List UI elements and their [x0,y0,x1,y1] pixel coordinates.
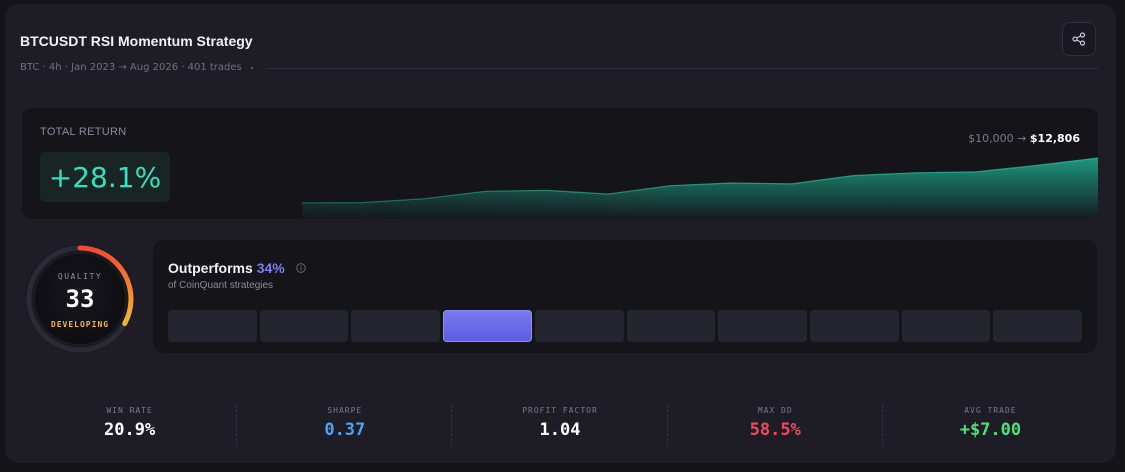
total-return-value: +28.1% [48,161,162,194]
strategy-subtitle: BTC · 4h · Jan 2023 → Aug 2026 · 401 tra… [20,62,242,73]
share-icon [1072,32,1086,46]
quality-score: 33 [65,285,95,313]
percentile-bin-active [443,310,532,342]
percentile-bin [168,310,257,342]
quality-label: QUALITY [57,272,103,281]
stats-row: WIN RATE 20.9% SHARPE 0.37 PROFIT FACTOR 1.04… [22,402,1098,452]
equity-end: $12,806 [1029,132,1080,145]
share-button[interactable] [1062,22,1096,56]
stat-max-dd: MAX DD 58.5% [668,402,883,452]
percentile-bins [168,310,1083,342]
subtitle-dot [251,67,253,69]
stat-value: 20.9% [104,420,156,440]
stat-label: AVG TRADE [964,406,1017,415]
stat-value: +$7.00 [959,420,1022,440]
equity-area [302,158,1098,219]
percentile-bin [718,310,807,342]
outperform-title-text: Outperforms [168,260,253,276]
stat-sharpe: SHARPE 0.37 [237,402,453,452]
equity-sparkline [301,157,1098,219]
stat-value: 58.5% [749,420,801,440]
stat-label: SHARPE [327,406,363,415]
strategy-card: BTCUSDT RSI Momentum Strategy BTC · 4h ·… [5,4,1116,463]
outperform-title: Outperforms 34% [168,260,285,276]
quality-gauge: QUALITY 33 DEVELOPING [22,241,138,357]
stat-value: 1.04 [539,420,581,440]
quality-tier: DEVELOPING [50,320,110,329]
equity-summary: $10,000 → $12,806 [968,132,1080,145]
stat-label: MAX DD [757,406,793,415]
percentile-bin [259,310,349,342]
outperform-subtitle: of CoinQuant strategies [168,280,274,291]
total-return-panel: TOTAL RETURN +28.1% $10,000 → $12,806 [22,108,1098,219]
equity-start: $10,000 → [968,132,1027,145]
percentile-bin [809,310,899,342]
stat-value: 0.37 [324,420,366,440]
percentile-bin [993,310,1083,342]
stat-label: PROFIT FACTOR [522,406,598,415]
stat-win-rate: WIN RATE 20.9% [22,402,238,452]
stat-profit-factor: PROFIT FACTOR 1.04 [452,402,668,452]
total-return-label: TOTAL RETURN [40,126,127,138]
outperform-panel: Outperforms 34% of CoinQuant strategies [153,240,1097,353]
percentile-bin [534,310,624,342]
percentile-bin [626,310,716,342]
info-icon[interactable] [296,263,306,273]
stat-avg-trade: AVG TRADE +$7.00 [883,402,1098,452]
outperform-percent: 34% [256,260,285,276]
percentile-bin [901,310,991,342]
subtitle-divider [266,68,1099,69]
stat-label: WIN RATE [106,406,153,415]
percentile-bin [351,310,441,342]
total-return-badge: +28.1% [40,152,170,202]
strategy-title: BTCUSDT RSI Momentum Strategy [20,33,253,49]
